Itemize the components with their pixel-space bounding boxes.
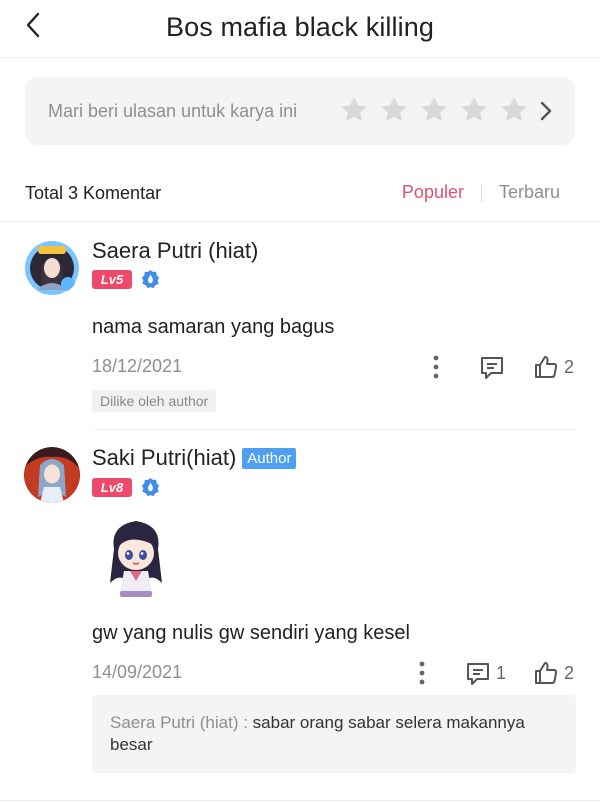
like-count: 2 xyxy=(564,357,575,377)
thumbs-up-icon[interactable] xyxy=(533,354,559,380)
avatar[interactable] xyxy=(24,240,80,296)
star-icon[interactable] xyxy=(419,95,449,125)
user-badges: Lv5 xyxy=(92,269,161,290)
comment-header: Saki Putri(hiat) Author xyxy=(92,445,297,471)
comment-date: 18/12/2021 xyxy=(92,356,183,376)
sort-divider xyxy=(480,183,482,202)
star-icon[interactable] xyxy=(459,95,489,125)
reply-icon[interactable] xyxy=(465,661,491,687)
liked-by-author-tag: Dilike oleh author xyxy=(92,390,217,412)
like-count: 2 xyxy=(564,663,575,683)
commenter-name[interactable]: Saki Putri(hiat) xyxy=(92,445,236,471)
avatar[interactable] xyxy=(24,447,80,503)
reply-preview[interactable]: Saera Putri (hiat) : sabar orang sabar s… xyxy=(92,695,576,773)
level-badge: Lv5 xyxy=(92,270,132,289)
reply-count: 1 xyxy=(496,663,507,683)
commenter-name[interactable]: Saera Putri (hiat) xyxy=(92,238,258,264)
sort-options: Populer Terbaru xyxy=(402,182,560,203)
comment-text: nama samaran yang bagus xyxy=(92,316,335,338)
top-bar: Bos mafia black killing xyxy=(0,0,600,58)
star-icon[interactable] xyxy=(379,95,409,125)
star-icon[interactable] xyxy=(499,95,529,125)
comment-total: Total 3 Komentar xyxy=(25,183,162,203)
verified-badge-icon xyxy=(141,269,160,289)
sort-popular-tab[interactable]: Populer xyxy=(402,182,464,203)
sort-latest-tab[interactable]: Terbaru xyxy=(499,182,560,203)
verified-badge-icon xyxy=(141,477,160,497)
reply-author[interactable]: Saera Putri (hiat) : xyxy=(110,713,248,732)
star-icon[interactable] xyxy=(339,95,369,125)
comment-divider xyxy=(92,429,576,430)
rate-work-box[interactable]: Mari beri ulasan untuk karya ini xyxy=(25,77,575,145)
comment-meta: 14/09/2021 1 2 xyxy=(92,658,576,688)
chevron-right-icon[interactable] xyxy=(537,99,555,123)
thumbs-up-icon[interactable] xyxy=(533,660,559,686)
author-badge: Author xyxy=(242,447,297,469)
comments-toolbar: Total 3 Komentar Populer Terbaru xyxy=(0,170,600,222)
rating-stars[interactable] xyxy=(339,95,529,125)
comment-item: Saera Putri (hiat) Lv5 nama samaran yang… xyxy=(0,230,600,430)
reply-icon[interactable] xyxy=(479,355,505,381)
more-vertical-icon[interactable] xyxy=(432,354,440,380)
bottom-divider xyxy=(0,800,600,801)
rate-prompt: Mari beri ulasan untuk karya ini xyxy=(48,101,298,121)
page-title: Bos mafia black killing xyxy=(166,12,434,42)
comment-text: gw yang nulis gw sendiri yang kesel xyxy=(92,622,410,644)
user-badges: Lv8 xyxy=(92,477,161,498)
reply-preview-text: Saera Putri (hiat) : sabar orang sabar s… xyxy=(110,712,565,756)
comment-item: Saki Putri(hiat) Author Lv8 gw yang nuli… xyxy=(0,440,600,780)
comment-date: 14/09/2021 xyxy=(92,662,183,682)
sticker-image xyxy=(110,521,162,597)
comment-header: Saera Putri (hiat) xyxy=(92,238,258,264)
level-badge: Lv8 xyxy=(92,478,132,497)
comment-meta: 18/12/2021 2 xyxy=(92,352,576,382)
more-vertical-icon[interactable] xyxy=(418,660,426,686)
